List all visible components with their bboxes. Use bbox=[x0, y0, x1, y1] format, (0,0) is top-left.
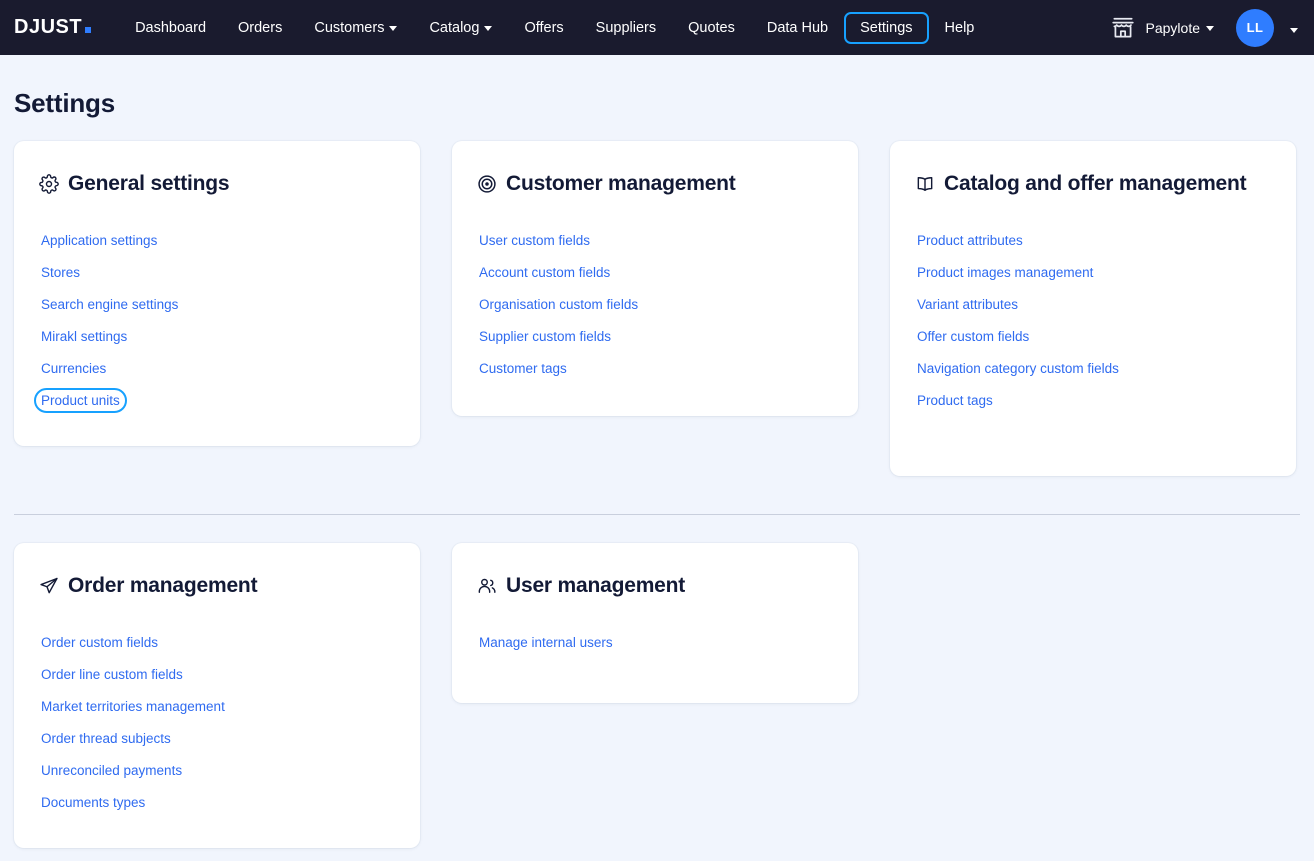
nav-item-settings[interactable]: Settings bbox=[844, 11, 929, 44]
nav-item-suppliers[interactable]: Suppliers bbox=[580, 12, 672, 44]
nav-item-dashboard[interactable]: Dashboard bbox=[119, 12, 222, 44]
page-content: Settings General settings Application se… bbox=[0, 55, 1314, 848]
settings-link-account-custom-fields[interactable]: Account custom fields bbox=[472, 260, 617, 285]
settings-link-currencies[interactable]: Currencies bbox=[34, 356, 113, 381]
user-menu-chevron-down-icon[interactable] bbox=[1290, 19, 1298, 37]
settings-link-order-thread-subjects[interactable]: Order thread subjects bbox=[34, 726, 178, 751]
nav-item-label: Suppliers bbox=[595, 19, 657, 36]
nav-item-customers[interactable]: Customers bbox=[298, 12, 413, 44]
card-general-settings: General settings Application settings Sto… bbox=[14, 141, 420, 446]
send-icon bbox=[39, 576, 59, 603]
catalog-offer-management-links: Product attributes Product images managem… bbox=[915, 224, 1271, 416]
settings-link-stores[interactable]: Stores bbox=[34, 260, 87, 285]
card-user-management: User management Manage internal users bbox=[452, 543, 858, 703]
card-title-text: Customer management bbox=[506, 172, 736, 195]
settings-link-manage-internal-users[interactable]: Manage internal users bbox=[472, 630, 620, 655]
section-divider bbox=[14, 514, 1300, 515]
settings-link-product-images-management[interactable]: Product images management bbox=[910, 260, 1100, 285]
settings-link-product-tags[interactable]: Product tags bbox=[910, 388, 1000, 413]
settings-link-product-units[interactable]: Product units bbox=[34, 387, 127, 413]
settings-link-navigation-category-custom-fields[interactable]: Navigation category custom fields bbox=[910, 356, 1126, 381]
nav-item-catalog[interactable]: Catalog bbox=[413, 12, 508, 44]
chevron-down-icon bbox=[484, 26, 493, 31]
top-navigation-bar: DJUST Dashboard Orders Customers Catalog Off… bbox=[0, 0, 1314, 55]
book-icon bbox=[915, 174, 935, 201]
avatar[interactable]: LL bbox=[1236, 8, 1274, 47]
settings-card-row-1: General settings Application settings Sto… bbox=[14, 141, 1300, 476]
settings-link-mirakl-settings[interactable]: Mirakl settings bbox=[34, 324, 134, 349]
nav-item-label: Offers bbox=[524, 19, 564, 36]
settings-link-user-custom-fields[interactable]: User custom fields bbox=[472, 228, 597, 253]
settings-link-product-attributes[interactable]: Product attributes bbox=[910, 228, 1030, 253]
settings-link-market-territories-management[interactable]: Market territories management bbox=[34, 694, 232, 719]
nav-item-label: Settings bbox=[860, 19, 913, 36]
card-catalog-offer-management: Catalog and offer management Product att… bbox=[890, 141, 1296, 476]
settings-link-search-engine-settings[interactable]: Search engine settings bbox=[34, 292, 185, 317]
djust-logo[interactable]: DJUST bbox=[14, 16, 92, 39]
settings-link-customer-tags[interactable]: Customer tags bbox=[472, 356, 574, 381]
user-management-links: Manage internal users bbox=[477, 626, 833, 658]
store-selector[interactable]: Papylote bbox=[1146, 20, 1214, 36]
nav-item-label: Quotes bbox=[688, 19, 735, 36]
card-title-text: Order management bbox=[68, 574, 258, 597]
nav-item-label: Dashboard bbox=[135, 19, 207, 36]
nav-item-data-hub[interactable]: Data Hub bbox=[751, 12, 844, 44]
settings-link-application-settings[interactable]: Application settings bbox=[34, 228, 164, 253]
gear-icon bbox=[39, 174, 59, 201]
users-icon bbox=[477, 576, 497, 603]
page-title: Settings bbox=[14, 88, 115, 118]
settings-link-order-custom-fields[interactable]: Order custom fields bbox=[34, 630, 165, 655]
nav-item-label: Catalog bbox=[429, 19, 480, 36]
card-title-text: User management bbox=[506, 574, 686, 597]
nav-item-help[interactable]: Help bbox=[929, 12, 991, 44]
order-management-links: Order custom fields Order line custom fie… bbox=[39, 626, 395, 818]
header-right-group: Papylote LL bbox=[1110, 8, 1298, 47]
settings-link-documents-types[interactable]: Documents types bbox=[34, 790, 152, 815]
card-title-order-management: Order management bbox=[39, 573, 395, 600]
card-title-general-settings: General settings bbox=[39, 171, 395, 198]
settings-link-supplier-custom-fields[interactable]: Supplier custom fields bbox=[472, 324, 618, 349]
settings-link-offer-custom-fields[interactable]: Offer custom fields bbox=[910, 324, 1036, 349]
storefront-icon bbox=[1110, 15, 1136, 41]
settings-card-row-2: Order management Order custom fields Orde… bbox=[14, 543, 1300, 848]
nav-item-orders[interactable]: Orders bbox=[222, 12, 298, 44]
customer-management-links: User custom fields Account custom fields O… bbox=[477, 224, 833, 384]
target-icon bbox=[477, 174, 497, 201]
store-name-label: Papylote bbox=[1145, 19, 1200, 36]
settings-link-organisation-custom-fields[interactable]: Organisation custom fields bbox=[472, 292, 645, 317]
nav-item-label: Customers bbox=[314, 19, 385, 36]
main-nav: Dashboard Orders Customers Catalog Offers Sup… bbox=[119, 11, 991, 44]
general-settings-links: Application settings Stores Search engine … bbox=[34, 224, 395, 416]
card-title-customer-management: Customer management bbox=[477, 171, 833, 198]
nav-item-offers[interactable]: Offers bbox=[508, 12, 579, 44]
nav-item-label: Help bbox=[944, 19, 975, 36]
chevron-down-icon bbox=[1206, 26, 1214, 31]
settings-link-order-line-custom-fields[interactable]: Order line custom fields bbox=[34, 662, 190, 687]
card-title-catalog-offer-management: Catalog and offer management bbox=[915, 171, 1271, 198]
card-customer-management: Customer management User custom fields Ac… bbox=[452, 141, 858, 416]
logo-dot bbox=[85, 27, 92, 33]
card-title-user-management: User management bbox=[477, 573, 833, 600]
chevron-down-icon bbox=[389, 26, 398, 31]
nav-item-label: Orders bbox=[238, 19, 283, 36]
nav-item-quotes[interactable]: Quotes bbox=[672, 12, 751, 44]
card-order-management: Order management Order custom fields Orde… bbox=[14, 543, 420, 848]
settings-link-unreconciled-payments[interactable]: Unreconciled payments bbox=[34, 758, 189, 783]
card-title-text: Catalog and offer management bbox=[944, 172, 1247, 195]
nav-item-label: Data Hub bbox=[766, 19, 829, 36]
card-title-text: General settings bbox=[68, 172, 230, 195]
avatar-initials: LL bbox=[1246, 20, 1264, 35]
logo-text: DJUST bbox=[14, 16, 83, 38]
settings-link-variant-attributes[interactable]: Variant attributes bbox=[910, 292, 1025, 317]
